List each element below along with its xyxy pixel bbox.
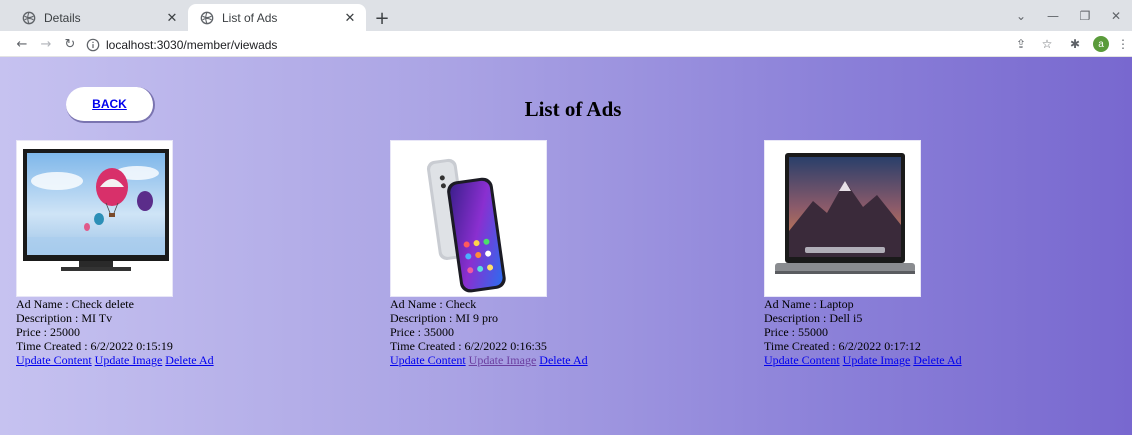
ad-price: Price : 35000 <box>390 325 454 339</box>
reload-icon[interactable]: ↻ <box>60 34 80 54</box>
update-content-link[interactable]: Update Content <box>16 353 92 367</box>
phone-image <box>390 140 547 297</box>
ad-time-created: Time Created : 6/2/2022 0:15:19 <box>16 339 173 353</box>
update-image-link[interactable]: Update Image <box>95 353 163 367</box>
delete-ad-link[interactable]: Delete Ad <box>539 353 587 367</box>
forward-arrow-icon[interactable]: → <box>36 34 56 54</box>
ad-name: Ad Name : Check <box>390 297 477 311</box>
ad-description: Description : MI Tv <box>16 311 113 325</box>
ad-card: Ad Name : Laptop Description : Dell i5 P… <box>764 140 1094 367</box>
address-bar[interactable]: localhost:3030/member/viewads <box>86 34 1001 55</box>
ad-time-created: Time Created : 6/2/2022 0:16:35 <box>390 339 547 353</box>
globe-icon <box>200 11 214 24</box>
laptop-image <box>764 140 921 297</box>
delete-ad-link[interactable]: Delete Ad <box>913 353 961 367</box>
extensions-icon[interactable]: ✱ <box>1066 35 1084 53</box>
tab-details[interactable]: Details ✕ <box>10 4 188 31</box>
update-image-link[interactable]: Update Image <box>469 353 537 367</box>
star-icon[interactable]: ☆ <box>1038 35 1056 53</box>
ad-name: Ad Name : Check delete <box>16 297 134 311</box>
ad-description: Description : MI 9 pro <box>390 311 498 325</box>
tv-image <box>16 140 173 297</box>
delete-ad-link[interactable]: Delete Ad <box>165 353 213 367</box>
ad-card: Ad Name : Check Description : MI 9 pro P… <box>390 140 720 367</box>
ad-price: Price : 55000 <box>764 325 828 339</box>
ad-actions: Update Content Update Image Delete Ad <box>764 353 1094 367</box>
tab-title: Details <box>44 10 81 25</box>
close-icon[interactable]: ✕ <box>342 10 358 26</box>
tab-title: List of Ads <box>222 10 278 25</box>
back-arrow-icon[interactable]: ← <box>12 34 32 54</box>
page-content: BACK List of Ads Ad Name: Check delete … <box>0 57 1132 435</box>
restore-icon[interactable]: ❐ <box>1075 6 1095 26</box>
browser-toolbar: ← → ↻ localhost:3030/member/viewads ⇪ ☆ … <box>0 31 1132 57</box>
share-icon[interactable]: ⇪ <box>1012 35 1030 53</box>
ad-name: Ad Name : Laptop <box>764 297 854 311</box>
update-content-link[interactable]: Update Content <box>390 353 466 367</box>
globe-icon <box>22 11 36 24</box>
update-image-link[interactable]: Update Image <box>843 353 911 367</box>
update-content-link[interactable]: Update Content <box>764 353 840 367</box>
chevron-down-icon[interactable]: ⌄ <box>1011 6 1031 26</box>
ad-description: Description : Dell i5 <box>764 311 863 325</box>
ad-price: Price : 25000 <box>16 325 80 339</box>
menu-icon[interactable]: ⋮ <box>1114 35 1132 53</box>
ad-actions: Update Content Update Image Delete Ad <box>390 353 720 367</box>
avatar[interactable]: a <box>1093 36 1109 52</box>
ad-time-created: Time Created : 6/2/2022 0:17:12 <box>764 339 921 353</box>
info-icon <box>86 38 100 51</box>
ad-actions: Update Content Update Image Delete Ad <box>16 353 346 367</box>
tab-list-of-ads[interactable]: List of Ads ✕ <box>188 4 366 31</box>
minimize-icon[interactable]: — <box>1043 6 1063 26</box>
close-window-icon[interactable]: ✕ <box>1106 6 1126 26</box>
url-text: localhost:3030/member/viewads <box>106 37 278 52</box>
page-title: List of Ads <box>524 97 622 121</box>
ad-card: Ad Name : Check delete Description : MI … <box>16 140 346 367</box>
new-tab-icon[interactable]: + <box>372 8 392 29</box>
close-icon[interactable]: ✕ <box>164 10 180 26</box>
tab-strip: Details ✕ List of Ads ✕ + ⌄ — ❐ ✕ <box>0 0 1132 31</box>
